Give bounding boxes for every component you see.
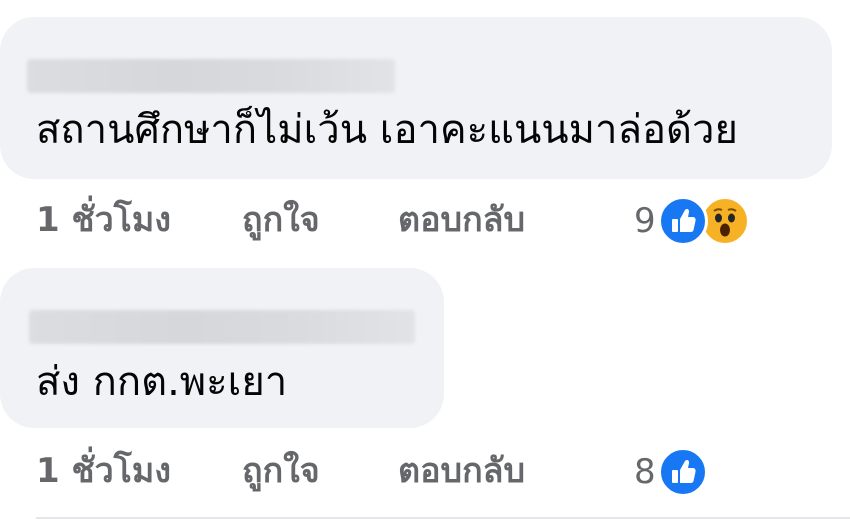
comment-text: สถานศึกษาก็ไม่เว้น เอาคะแนนมาล่อด้วย — [36, 107, 738, 153]
comment-actions: 1 ชั่วโมง ถูกใจ ตอบกลับ — [36, 449, 620, 493]
reply-button[interactable]: ตอบกลับ — [398, 198, 620, 242]
comment-actions: 1 ชั่วโมง ถูกใจ ตอบกลับ — [36, 198, 620, 242]
author-name-redacted[interactable] — [27, 59, 395, 93]
author-name-redacted[interactable] — [29, 310, 415, 344]
comment-text: ส่ง กกต.พะเยา — [36, 359, 288, 405]
comment-timestamp[interactable]: 1 ชั่วโมง — [36, 449, 242, 493]
reaction-count: 9 — [634, 201, 656, 241]
comment-thread: สถานศึกษาก็ไม่เว้น เอาคะแนนมาล่อด้วย 1 ช… — [0, 0, 850, 521]
like-icon — [657, 447, 708, 497]
reaction-count: 8 — [634, 452, 656, 492]
reaction-summary[interactable]: 8 — [634, 447, 708, 497]
like-button[interactable]: ถูกใจ — [242, 198, 398, 242]
reply-button[interactable]: ตอบกลับ — [398, 449, 620, 493]
like-icon — [657, 196, 708, 246]
reaction-summary[interactable]: 9 — [634, 196, 750, 246]
comment-timestamp[interactable]: 1 ชั่วโมง — [36, 198, 242, 242]
like-button[interactable]: ถูกใจ — [242, 449, 398, 493]
comment-bubble — [0, 17, 832, 179]
divider — [36, 517, 850, 519]
